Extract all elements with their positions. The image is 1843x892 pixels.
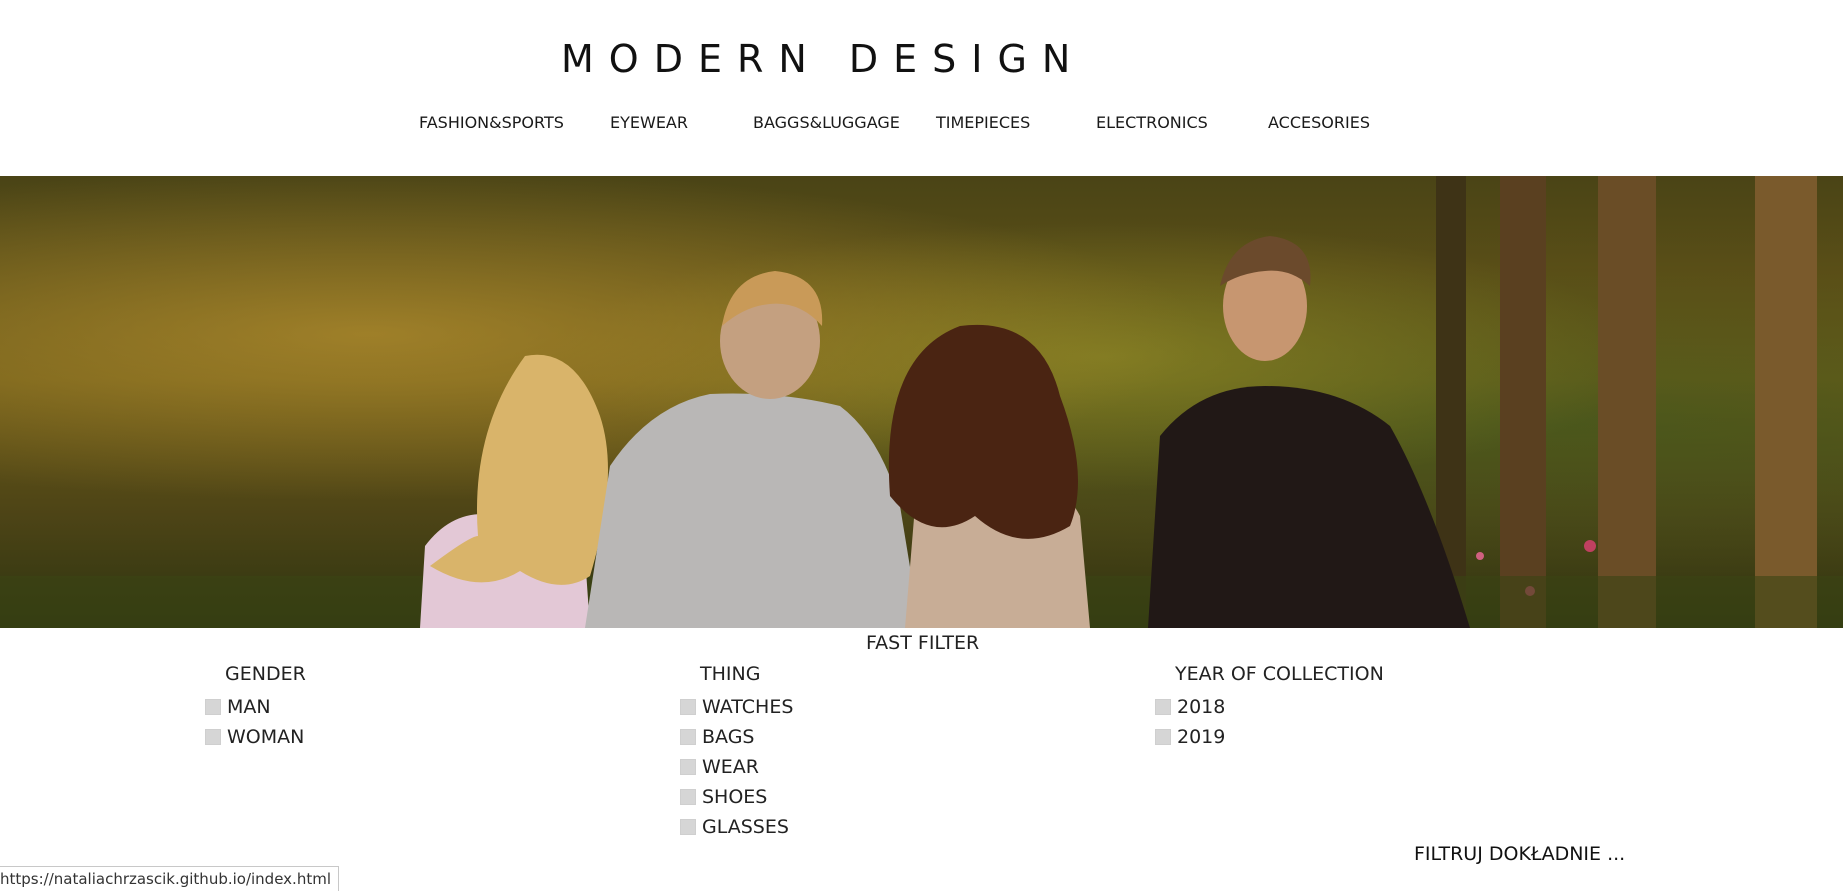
- browser-status-bar-url: https://nataliachrzascik.github.io/index…: [0, 866, 339, 891]
- filter-option-label: BAGS: [702, 726, 755, 748]
- filter-group-gender: GENDER MAN WOMAN: [205, 662, 306, 752]
- filter-option-glasses[interactable]: GLASSES: [680, 812, 793, 842]
- person-curly-hair: [888, 324, 1078, 539]
- person-hoodie-body: [585, 393, 920, 628]
- checkbox-2019[interactable]: [1155, 729, 1171, 745]
- tree-trunk: [1755, 176, 1817, 628]
- filter-option-bags[interactable]: BAGS: [680, 722, 793, 752]
- tree-trunk: [1500, 176, 1546, 628]
- filter-option-label: MAN: [227, 696, 271, 718]
- nav-item-timepieces[interactable]: TIMEPIECES: [936, 113, 1030, 132]
- nav-item-eyewear[interactable]: EYEWEAR: [610, 113, 688, 132]
- filter-option-woman[interactable]: WOMAN: [205, 722, 306, 752]
- checkbox-man[interactable]: [205, 699, 221, 715]
- checkbox-2018[interactable]: [1155, 699, 1171, 715]
- filter-group-year: YEAR OF COLLECTION 2018 2019: [1155, 662, 1384, 752]
- fast-filter-title: FAST FILTER: [866, 632, 980, 654]
- fast-filter-section: FAST FILTER GENDER MAN WOMAN THING WATCH…: [0, 628, 1843, 892]
- checkbox-glasses[interactable]: [680, 819, 696, 835]
- flower: [1476, 552, 1484, 560]
- checkbox-watches[interactable]: [680, 699, 696, 715]
- checkbox-bags[interactable]: [680, 729, 696, 745]
- filter-option-label: WATCHES: [702, 696, 794, 718]
- checkbox-shoes[interactable]: [680, 789, 696, 805]
- filter-option-shoes[interactable]: SHOES: [680, 782, 793, 812]
- person-dark-body: [1148, 386, 1470, 628]
- filter-option-man[interactable]: MAN: [205, 692, 306, 722]
- nav-item-fashion-sports[interactable]: FASHION&SPORTS: [419, 113, 564, 132]
- filter-option-label: SHOES: [702, 786, 768, 808]
- filter-option-label: 2019: [1177, 726, 1226, 748]
- filter-option-label: WEAR: [702, 756, 759, 778]
- filter-heading-year: YEAR OF COLLECTION: [1175, 663, 1384, 685]
- nav-item-accesories[interactable]: ACCESORIES: [1268, 113, 1370, 132]
- page: MODERN DESIGN FASHION&SPORTS EYEWEAR BAG…: [0, 0, 1843, 892]
- filter-option-label: GLASSES: [702, 816, 789, 838]
- filter-option-label: WOMAN: [227, 726, 305, 748]
- main-nav: FASHION&SPORTS EYEWEAR BAGGS&LUGGAGE TIM…: [0, 113, 1843, 133]
- nav-item-electronics[interactable]: ELECTRONICS: [1096, 113, 1208, 132]
- hero-image: [0, 176, 1843, 628]
- filter-option-watches[interactable]: WATCHES: [680, 692, 793, 722]
- filter-option-2018[interactable]: 2018: [1155, 692, 1384, 722]
- hero-illustration: [0, 176, 1843, 628]
- tree-trunk: [1598, 176, 1656, 628]
- filter-group-thing: THING WATCHES BAGS WEAR SHOES GLASSES: [680, 662, 793, 842]
- filter-option-wear[interactable]: WEAR: [680, 752, 793, 782]
- filter-more-link[interactable]: FILTRUJ DOKŁADNIE ...: [1414, 843, 1625, 865]
- checkbox-woman[interactable]: [205, 729, 221, 745]
- filter-heading-thing: THING: [700, 663, 761, 685]
- nav-item-baggs-luggage[interactable]: BAGGS&LUGGAGE: [753, 113, 900, 132]
- filter-option-label: 2018: [1177, 696, 1226, 718]
- checkbox-wear[interactable]: [680, 759, 696, 775]
- site-logo-title[interactable]: MODERN DESIGN: [561, 40, 1081, 78]
- flower: [1584, 540, 1596, 552]
- filter-option-2019[interactable]: 2019: [1155, 722, 1384, 752]
- person-blonde-hair: [430, 354, 608, 585]
- filter-heading-gender: GENDER: [225, 663, 306, 685]
